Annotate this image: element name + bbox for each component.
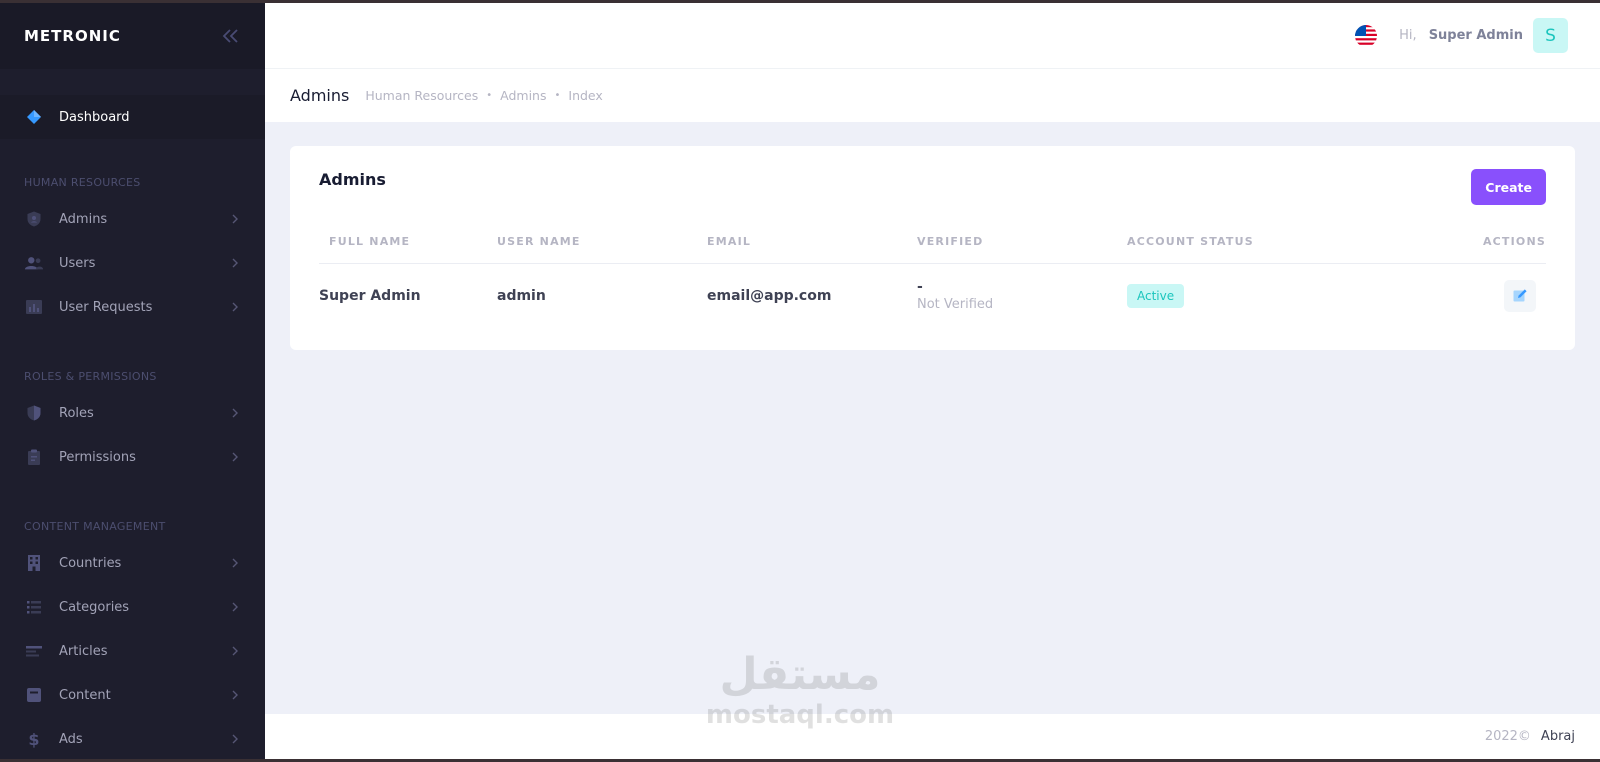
breadcrumb-separator: • bbox=[486, 90, 493, 101]
sidebar-item-label: Dashboard bbox=[59, 109, 130, 125]
content-icon bbox=[24, 685, 44, 705]
sidebar-item-permissions[interactable]: Permissions bbox=[0, 435, 265, 479]
breadcrumb-item[interactable]: Admins bbox=[500, 88, 546, 103]
dollar-icon: $ bbox=[24, 729, 44, 749]
us-flag-icon[interactable] bbox=[1355, 24, 1378, 47]
verified-dash: - bbox=[917, 279, 923, 295]
sidebar-item-users[interactable]: Users bbox=[0, 241, 265, 285]
section-title-roles-permissions: ROLES & PERMISSIONS bbox=[24, 370, 157, 383]
admins-card: Admins Create FULL NAME USER NAME EMAIL … bbox=[290, 146, 1575, 350]
cell-full-name: Super Admin bbox=[319, 288, 421, 304]
list-icon bbox=[24, 597, 44, 617]
chevron-right-icon bbox=[229, 689, 241, 701]
sidebar-item-admins[interactable]: Admins bbox=[0, 197, 265, 241]
cell-actions bbox=[1407, 264, 1546, 329]
breadcrumb-separator: • bbox=[554, 90, 561, 101]
sidebar-item-label: Roles bbox=[59, 405, 94, 421]
svg-text:$: $ bbox=[28, 730, 39, 748]
footer-company-link[interactable]: Abraj bbox=[1541, 729, 1575, 744]
shield-icon bbox=[24, 403, 44, 423]
sidebar-item-label: Admins bbox=[59, 211, 108, 227]
admins-table: FULL NAME USER NAME EMAIL VERIFIED ACCOU… bbox=[319, 235, 1546, 328]
column-header-actions: ACTIONS bbox=[1406, 235, 1546, 264]
main-area: Hi, Super Admin S Admins Human Resources… bbox=[265, 3, 1600, 759]
section-title-content-management: CONTENT MANAGEMENT bbox=[24, 520, 166, 533]
status-badge: Active bbox=[1127, 284, 1185, 308]
column-header-email[interactable]: EMAIL bbox=[707, 235, 917, 264]
sidebar: METRONIC Dashboard HUMAN RESOURCES Admin… bbox=[0, 3, 265, 759]
chevron-right-icon bbox=[229, 557, 241, 569]
page-title: Admins bbox=[290, 86, 350, 105]
edit-button[interactable] bbox=[1504, 280, 1536, 312]
edit-icon bbox=[1513, 289, 1527, 302]
sidebar-item-user-requests[interactable]: User Requests bbox=[0, 285, 265, 329]
clipboard-icon bbox=[24, 447, 44, 467]
breadcrumb-item[interactable]: Index bbox=[568, 88, 602, 103]
avatar[interactable]: S bbox=[1533, 18, 1568, 53]
sidebar-menu: Dashboard HUMAN RESOURCES Admins Users U… bbox=[0, 69, 265, 761]
column-header-account-status[interactable]: ACCOUNT STATUS bbox=[1127, 235, 1407, 264]
sidebar-item-label: Users bbox=[59, 255, 96, 271]
chevron-right-icon bbox=[229, 257, 241, 269]
create-button[interactable]: Create bbox=[1471, 169, 1546, 205]
sidebar-item-categories[interactable]: Categories bbox=[0, 585, 265, 629]
sidebar-item-label: Ads bbox=[59, 731, 83, 747]
column-header-verified[interactable]: VERIFIED bbox=[917, 235, 1127, 264]
verified-status-text: Not Verified bbox=[917, 297, 994, 312]
sidebar-item-label: User Requests bbox=[59, 299, 153, 315]
sidebar-item-label: Articles bbox=[59, 643, 108, 659]
chart-icon bbox=[24, 297, 44, 317]
column-header-full-name[interactable]: FULL NAME bbox=[319, 235, 497, 264]
sidebar-item-label: Countries bbox=[59, 555, 122, 571]
chevron-right-icon bbox=[229, 301, 241, 313]
chevron-right-icon bbox=[229, 451, 241, 463]
chevron-right-icon bbox=[229, 407, 241, 419]
chevron-right-icon bbox=[229, 601, 241, 613]
card-title: Admins bbox=[319, 170, 386, 189]
column-header-user-name[interactable]: USER NAME bbox=[497, 235, 707, 264]
chevron-right-icon bbox=[229, 213, 241, 225]
topbar: Hi, Super Admin S bbox=[265, 3, 1600, 69]
sidebar-brand: METRONIC bbox=[0, 3, 265, 69]
users-icon bbox=[24, 253, 44, 273]
sidebar-item-countries[interactable]: Countries bbox=[0, 541, 265, 585]
building-icon bbox=[24, 553, 44, 573]
sidebar-item-label: Content bbox=[59, 687, 111, 703]
cell-email: email@app.com bbox=[707, 288, 832, 304]
footer-year: 2022© bbox=[1484, 729, 1531, 744]
breadcrumb-item[interactable]: Human Resources bbox=[365, 88, 478, 103]
greeting-text: Hi, bbox=[1399, 28, 1417, 43]
cell-user-name: admin bbox=[497, 288, 546, 304]
chevron-right-icon bbox=[229, 733, 241, 745]
sidebar-item-roles[interactable]: Roles bbox=[0, 391, 265, 435]
collapse-sidebar-icon[interactable] bbox=[221, 26, 241, 46]
subheader: Admins Human Resources • Admins • Index bbox=[265, 69, 1600, 122]
section-title-human-resources: HUMAN RESOURCES bbox=[24, 176, 141, 189]
chevron-right-icon bbox=[229, 645, 241, 657]
footer: 2022© Abraj bbox=[265, 714, 1600, 759]
article-icon bbox=[24, 641, 44, 661]
sidebar-item-articles[interactable]: Articles bbox=[0, 629, 265, 673]
breadcrumb: Human Resources • Admins • Index bbox=[365, 88, 602, 103]
sidebar-item-label: Categories bbox=[59, 599, 130, 615]
sidebar-item-dashboard[interactable]: Dashboard bbox=[0, 95, 265, 139]
brand-logo[interactable]: METRONIC bbox=[24, 27, 121, 45]
sidebar-item-content[interactable]: Content bbox=[0, 673, 265, 717]
sidebar-item-label: Permissions bbox=[59, 449, 136, 465]
content-area: Admins Create FULL NAME USER NAME EMAIL … bbox=[265, 122, 1600, 714]
user-name[interactable]: Super Admin bbox=[1429, 28, 1523, 43]
cell-account-status: Active bbox=[1127, 264, 1407, 329]
shield-icon bbox=[24, 209, 44, 229]
diamond-icon bbox=[24, 107, 44, 127]
table-header-row: FULL NAME USER NAME EMAIL VERIFIED ACCOU… bbox=[319, 235, 1546, 264]
card-header: Admins Create bbox=[319, 168, 1546, 205]
table-row: Super Admin admin email@app.com - Not Ve… bbox=[319, 264, 1546, 329]
sidebar-item-ads[interactable]: $ Ads bbox=[0, 717, 265, 761]
cell-verified: - Not Verified bbox=[917, 264, 1127, 329]
